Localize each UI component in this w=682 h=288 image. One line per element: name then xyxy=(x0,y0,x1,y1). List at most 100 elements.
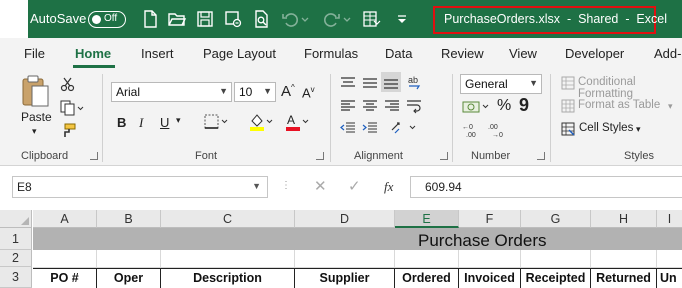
column-header[interactable]: B xyxy=(97,210,161,228)
font-color-icon[interactable]: A xyxy=(284,112,310,132)
redo-dropdown-icon[interactable] xyxy=(342,9,352,29)
format-as-table-icon[interactable] xyxy=(561,99,575,113)
fill-color-icon[interactable] xyxy=(248,112,274,132)
undo-icon[interactable] xyxy=(280,9,300,29)
decrease-indent-icon[interactable] xyxy=(340,121,356,135)
new-file-icon[interactable] xyxy=(140,9,160,29)
paste-icon[interactable] xyxy=(20,74,52,110)
worksheet-grid[interactable]: A B C D E F G H I 1 2 3 Purchase Orders … xyxy=(0,210,682,288)
column-header[interactable]: I xyxy=(657,210,682,228)
borders-icon[interactable] xyxy=(204,114,230,130)
sort-filter-icon[interactable] xyxy=(361,9,381,29)
undo-dropdown-icon[interactable] xyxy=(300,9,310,29)
conditional-formatting-label[interactable]: Conditional Formatting xyxy=(578,76,682,100)
underline-dropdown-icon[interactable]: ▾ xyxy=(176,115,181,126)
table-header-cell[interactable]: Supplier xyxy=(295,268,395,288)
number-format-combo[interactable]: General ▼ xyxy=(460,74,542,94)
align-right-icon[interactable] xyxy=(384,99,400,113)
column-header[interactable]: A xyxy=(33,210,97,228)
align-top-icon[interactable] xyxy=(340,76,356,90)
tab-data[interactable]: Data xyxy=(385,46,412,61)
cell-styles-label[interactable]: Cell Styles xyxy=(579,122,633,134)
underline-icon[interactable]: U xyxy=(160,115,169,130)
font-name-combo[interactable]: Arial ▼ xyxy=(111,82,232,102)
tab-file[interactable]: File xyxy=(24,46,45,61)
table-header-cell[interactable]: Ordered xyxy=(395,268,459,288)
comma-style-icon[interactable]: 9 xyxy=(519,95,529,116)
accounting-format-icon[interactable] xyxy=(462,99,492,115)
autosave-toggle[interactable]: Off xyxy=(88,11,126,28)
column-header[interactable]: D xyxy=(295,210,395,228)
font-name-value: Arial xyxy=(116,85,141,99)
column-header[interactable]: G xyxy=(521,210,591,228)
tab-home[interactable]: Home xyxy=(75,46,111,61)
cut-icon[interactable] xyxy=(60,76,76,92)
tab-view[interactable]: View xyxy=(509,46,537,61)
svg-text:←0: ←0 xyxy=(462,124,473,131)
confirm-entry-icon[interactable]: ✓ xyxy=(348,177,361,195)
bold-icon[interactable]: B xyxy=(117,115,126,130)
table-header-cell[interactable]: Receipted xyxy=(521,268,591,288)
redo-icon[interactable] xyxy=(322,9,342,29)
decrease-font-size-icon[interactable]: Av xyxy=(302,85,315,100)
table-header-cell[interactable]: PO # xyxy=(33,268,97,288)
table-header-cell[interactable]: Un xyxy=(657,268,682,288)
decrease-decimal-icon[interactable]: .00 →0 xyxy=(488,122,508,138)
cell-styles-icon[interactable] xyxy=(561,122,575,136)
customize-qat-icon[interactable] xyxy=(392,9,412,29)
column-header-selected[interactable]: E xyxy=(395,210,459,228)
tab-formulas[interactable]: Formulas xyxy=(304,46,358,61)
column-header[interactable]: F xyxy=(459,210,521,228)
row-header[interactable]: 3 xyxy=(0,267,32,288)
conditional-formatting-icon[interactable] xyxy=(561,76,575,90)
table-header-cell[interactable]: Returned xyxy=(591,268,657,288)
increase-decimal-icon[interactable]: ←0.00 xyxy=(462,122,482,138)
tab-review[interactable]: Review xyxy=(441,46,484,61)
number-launcher-icon[interactable] xyxy=(537,152,545,160)
font-size-combo[interactable]: 10 ▼ xyxy=(234,82,276,102)
title-bar: AutoSave Off PurchaseOrders.xlsx - Share… xyxy=(0,0,682,38)
format-painter-icon[interactable] xyxy=(60,123,76,139)
banner-row[interactable] xyxy=(33,228,682,250)
open-folder-icon[interactable] xyxy=(167,9,187,29)
font-launcher-icon[interactable] xyxy=(316,152,324,160)
italic-icon[interactable]: I xyxy=(139,115,143,131)
resize-handle-icon[interactable]: ⋮ xyxy=(281,180,292,191)
cancel-entry-icon[interactable]: ✕ xyxy=(314,177,327,195)
insert-function-icon[interactable]: fx xyxy=(384,179,393,195)
alignment-launcher-icon[interactable] xyxy=(440,152,448,160)
align-middle-icon[interactable] xyxy=(362,76,378,90)
orientation-icon[interactable]: ab xyxy=(406,74,428,92)
save-as-icon[interactable] xyxy=(223,9,243,29)
align-bottom-icon[interactable] xyxy=(381,72,401,92)
increase-indent-icon[interactable] xyxy=(362,121,378,135)
tab-page-layout[interactable]: Page Layout xyxy=(203,46,276,61)
select-all-corner[interactable] xyxy=(0,210,32,228)
row-header[interactable]: 2 xyxy=(0,250,32,267)
save-icon[interactable] xyxy=(195,9,215,29)
formula-input[interactable]: 609.94 xyxy=(410,176,682,198)
svg-text:→0: →0 xyxy=(492,132,503,138)
tab-insert[interactable]: Insert xyxy=(141,46,174,61)
increase-font-size-icon[interactable]: A^ xyxy=(281,83,295,100)
table-header-cell[interactable]: Description xyxy=(161,268,295,288)
clipboard-launcher-icon[interactable] xyxy=(90,152,98,160)
table-header-cell[interactable]: Oper xyxy=(97,268,161,288)
format-as-table-label[interactable]: Format as Table xyxy=(578,99,660,111)
table-header-cell[interactable]: Invoiced xyxy=(459,268,521,288)
align-center-icon[interactable] xyxy=(362,99,378,113)
percent-icon[interactable]: % xyxy=(497,97,511,115)
wrap-text-icon[interactable] xyxy=(406,98,428,114)
tab-developer[interactable]: Developer xyxy=(565,46,624,61)
merge-center-icon[interactable] xyxy=(390,120,420,136)
paste-label[interactable]: Paste xyxy=(21,110,52,124)
tab-add-ins[interactable]: Add- xyxy=(654,46,681,61)
column-header[interactable]: C xyxy=(161,210,295,228)
copy-icon[interactable] xyxy=(60,100,84,116)
paste-dropdown-icon[interactable]: ▾ xyxy=(32,126,37,137)
name-box[interactable]: E8 ▼ xyxy=(12,176,268,198)
print-preview-icon[interactable] xyxy=(251,9,271,29)
row-header[interactable]: 1 xyxy=(0,228,32,250)
align-left-icon[interactable] xyxy=(340,99,356,113)
column-header[interactable]: H xyxy=(591,210,657,228)
